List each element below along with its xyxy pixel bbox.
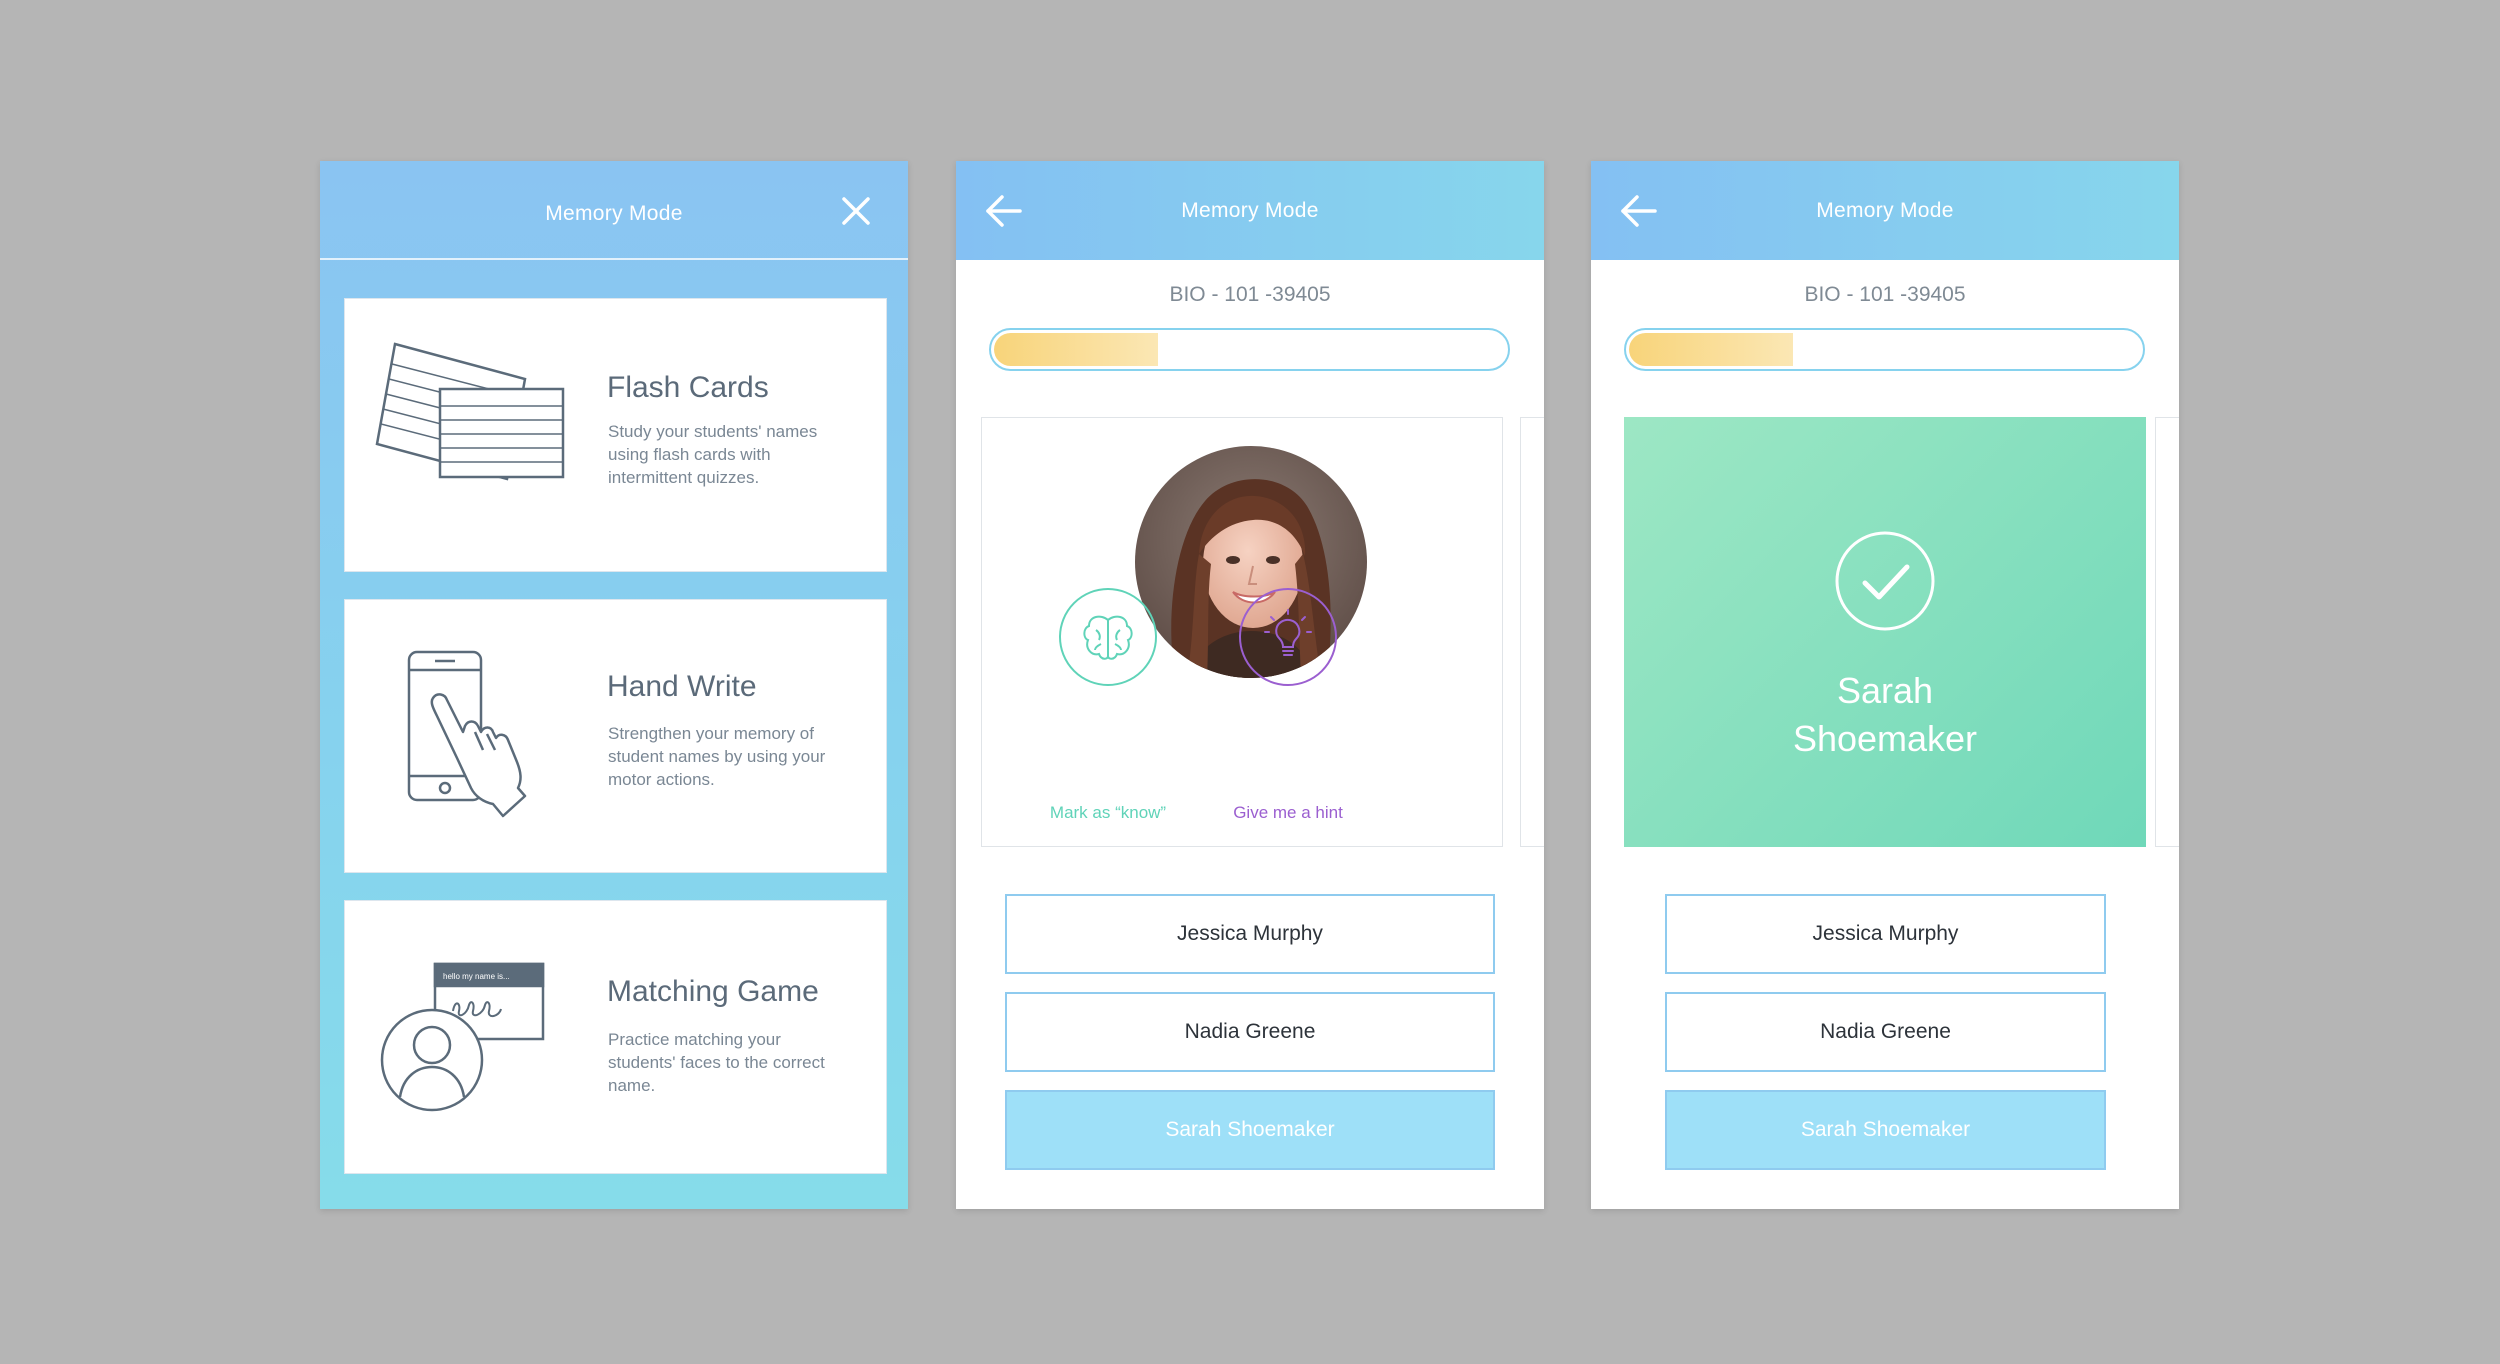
correct-name-last: Shoemaker xyxy=(1792,718,1978,759)
mode-description: Study your students' names using flash c… xyxy=(608,422,818,487)
answer-option-selected[interactable]: Sarah Shoemaker xyxy=(1665,1090,2106,1170)
memory-mode-menu-screen: Memory Mode Flash Cards Study your stude… xyxy=(320,161,908,1209)
mode-title: Matching Game xyxy=(607,975,819,1008)
answer-option[interactable]: Nadia Greene xyxy=(1665,992,2106,1072)
progress-bar xyxy=(989,328,1510,371)
flash-cards-illustration xyxy=(375,339,565,529)
flash-card-screen: Memory Mode BIO - 101 -39405 Mark as “kn… xyxy=(956,161,1544,1209)
header-title: Memory Mode xyxy=(1181,199,1319,222)
progress-bar xyxy=(1624,328,2145,371)
header: Memory Mode xyxy=(956,161,1544,260)
header-title: Memory Mode xyxy=(1816,199,1954,222)
mode-card-flash-cards[interactable]: Flash Cards Study your students' names u… xyxy=(344,298,887,572)
brain-icon xyxy=(1083,615,1133,660)
answer-option[interactable]: Jessica Murphy xyxy=(1665,894,2106,974)
correct-answer-card: Sarah Shoemaker xyxy=(1624,417,2146,847)
mode-description: Strengthen your memory of student names … xyxy=(608,724,826,789)
checkmark-icon xyxy=(1835,531,1935,631)
mark-know-label: Mark as “know” xyxy=(1049,803,1167,822)
answer-option-selected[interactable]: Sarah Shoemaker xyxy=(1005,1090,1495,1170)
course-code: BIO - 101 -39405 xyxy=(1804,283,1966,306)
lightbulb-icon xyxy=(1264,609,1312,656)
header: Memory Mode xyxy=(1591,161,2179,260)
student-flash-card: Mark as “know” Give me a hint xyxy=(981,417,1503,847)
next-card-peek xyxy=(1520,417,1544,847)
correct-answer-screen: Memory Mode BIO - 101 -39405 Sarah Shoem… xyxy=(1591,161,2179,1209)
answer-option[interactable]: Nadia Greene xyxy=(1005,992,1495,1072)
mode-description: Practice matching your students' faces t… xyxy=(608,1030,825,1095)
header-title: Memory Mode xyxy=(545,202,683,225)
answer-option[interactable]: Jessica Murphy xyxy=(1005,894,1495,974)
name-tag-text: hello my name is... xyxy=(443,972,510,981)
progress-fill xyxy=(1629,333,1793,366)
course-code: BIO - 101 -39405 xyxy=(1169,283,1331,306)
mark-know-button[interactable] xyxy=(1059,588,1157,686)
name-tag-illustration: hello my name is... xyxy=(375,941,565,1131)
correct-name-first: Sarah xyxy=(1836,670,1934,711)
close-icon[interactable] xyxy=(834,189,878,233)
hint-label: Give me a hint xyxy=(1233,803,1343,822)
hint-button[interactable] xyxy=(1239,588,1337,686)
mode-card-hand-write[interactable]: Hand Write Strengthen your memory of stu… xyxy=(344,599,887,873)
phone-hand-illustration xyxy=(375,640,565,830)
progress-fill xyxy=(994,333,1158,366)
mode-title: Flash Cards xyxy=(607,371,769,404)
mode-card-matching-game[interactable]: hello my name is... Matching Game Practi… xyxy=(344,900,887,1174)
header: Memory Mode xyxy=(320,161,908,260)
next-card-peek xyxy=(2155,417,2179,847)
correct-student-name: Sarah Shoemaker xyxy=(1624,667,2146,763)
mode-title: Hand Write xyxy=(607,670,757,703)
